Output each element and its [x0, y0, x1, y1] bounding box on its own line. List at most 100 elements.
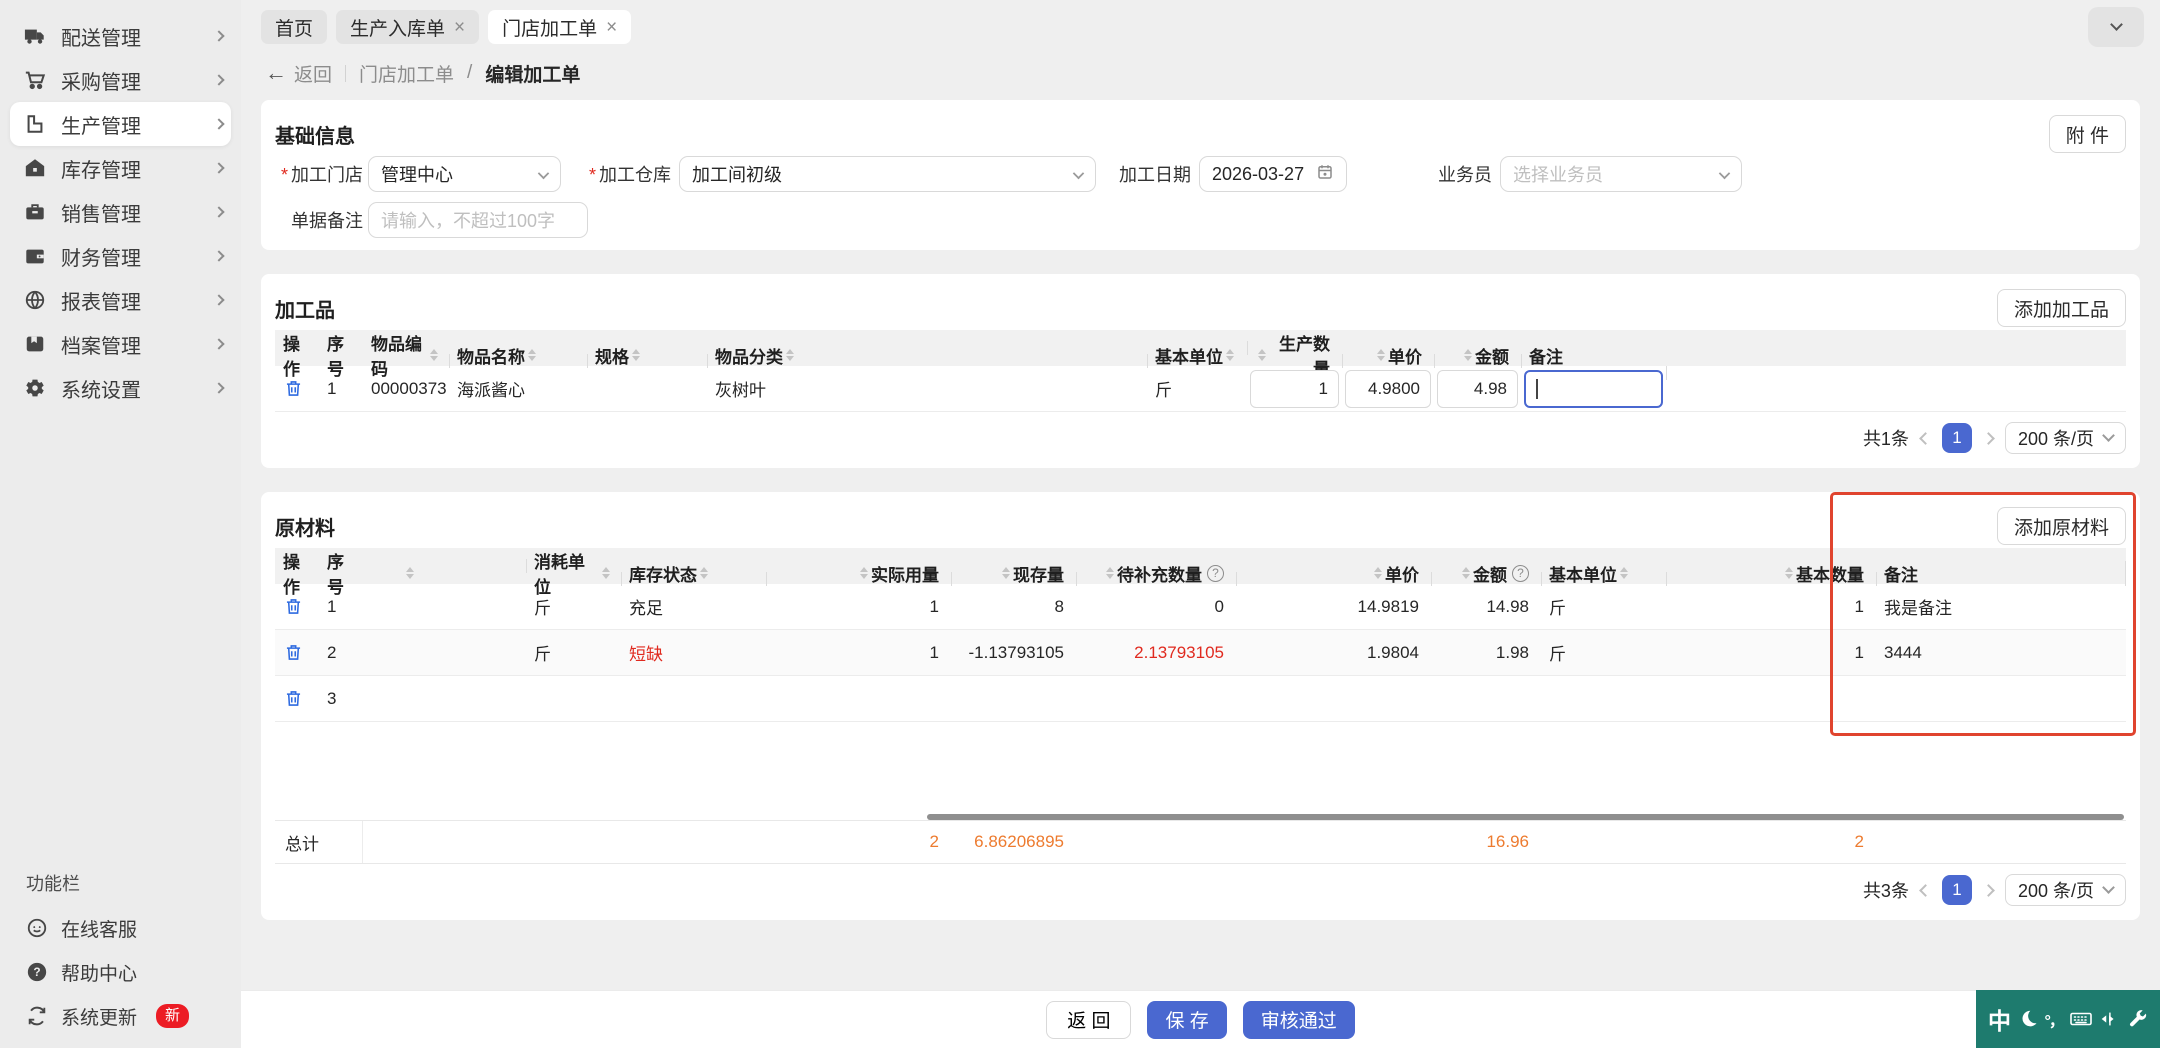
chevron-down-icon — [1072, 167, 1085, 179]
prev-page-icon[interactable] — [1919, 431, 1932, 445]
sort-icon[interactable] — [1464, 349, 1472, 361]
sort-icon[interactable] — [1226, 349, 1234, 361]
warehouse-select[interactable]: 加工间初级 — [679, 156, 1096, 192]
question-circle-icon: ? — [26, 961, 48, 983]
next-page-icon[interactable] — [1982, 431, 1995, 445]
tab-production-inbound[interactable]: 生产入库单 × — [336, 10, 480, 44]
chevron-right-icon — [213, 250, 225, 262]
moon-icon[interactable] — [2017, 1008, 2039, 1030]
salesman-select[interactable]: 选择业务员 — [1500, 156, 1742, 192]
current-page-button[interactable]: 1 — [1941, 875, 1972, 905]
delete-row-button[interactable] — [275, 688, 319, 709]
sidebar-item-archives[interactable]: 档案管理 — [0, 322, 241, 366]
back-link[interactable]: ← 返回 — [265, 60, 332, 87]
sort-icon[interactable] — [602, 567, 610, 579]
salesman-label: 业务员 — [1438, 165, 1492, 185]
sidebar-item-reports[interactable]: 报表管理 — [0, 278, 241, 322]
sidebar-item-purchasing[interactable]: 采购管理 — [0, 58, 241, 102]
delete-row-button[interactable] — [275, 378, 319, 399]
raw-materials-card: 原材料 添加原材料 操作 序号 消耗单位 库存状态 实际用量 现存量 待补充数量… — [261, 492, 2140, 920]
quantity-input[interactable]: 1 — [1250, 369, 1339, 408]
warehouse-label: 加工仓库 — [571, 161, 671, 187]
chevron-right-icon — [213, 74, 225, 86]
folder-icon — [24, 333, 46, 355]
unit-price-input[interactable]: 4.9800 — [1345, 369, 1431, 408]
approve-button[interactable]: 审核通过 — [1242, 1000, 1355, 1039]
table-header: 操作 序号 消耗单位 库存状态 实际用量 现存量 待补充数量? 单价 金额? 基… — [275, 548, 2126, 597]
current-page-button[interactable]: 1 — [1941, 423, 1972, 453]
totals-row: 总计 2 6.86206895 16.96 2 — [275, 820, 2126, 864]
page-title: 编辑加工单 — [485, 64, 581, 86]
scrollbar-thumb[interactable] — [927, 814, 2124, 820]
add-raw-material-button[interactable]: 添加原材料 — [1996, 507, 2126, 545]
close-icon[interactable]: × — [606, 18, 617, 37]
sort-icon[interactable] — [1377, 349, 1385, 361]
sidebar-item-label: 系统设置 — [61, 379, 141, 402]
page-size-select[interactable]: 200 条/页 — [2004, 874, 2126, 906]
chevron-down-icon — [2109, 18, 2123, 31]
tab-home[interactable]: 首页 — [261, 10, 328, 44]
sort-icon[interactable] — [632, 349, 640, 361]
totals-stock: 6.86206895 — [974, 832, 1064, 851]
sidebar-item-delivery[interactable]: 配送管理 — [0, 14, 241, 58]
save-button[interactable]: 保 存 — [1147, 1000, 1227, 1039]
close-icon[interactable]: × — [454, 18, 465, 37]
amount-input[interactable]: 4.98 — [1437, 369, 1518, 408]
add-processed-good-button[interactable]: 添加加工品 — [1996, 289, 2126, 327]
breadcrumb-parent[interactable]: 门店加工单 — [359, 60, 454, 87]
tab-store-processing[interactable]: 门店加工单 × — [488, 10, 632, 44]
breadcrumb-separator: / — [467, 62, 473, 83]
sidebar-item-sales[interactable]: 销售管理 — [0, 190, 241, 234]
sort-icon[interactable] — [1002, 567, 1010, 579]
sidebar-item-production[interactable]: 生产管理 — [10, 102, 231, 146]
store-select[interactable]: 管理中心 — [368, 156, 561, 192]
table-row: 2 斤 短缺 1 -1.13793105 2.13793105 1.9804 1… — [275, 630, 2126, 676]
main-area: 首页 生产入库单 × 门店加工单 × ← 返回 门店加工单 / 编辑加工单 基础… — [241, 0, 2160, 1048]
back-button[interactable]: 返 回 — [1046, 1000, 1132, 1039]
order-remark-input[interactable]: 请输入，不超过100字 — [368, 202, 588, 238]
new-badge: 新 — [156, 1004, 190, 1028]
processing-date-input[interactable]: 2026-03-27 — [1199, 156, 1347, 192]
gear-icon — [24, 377, 46, 399]
sidebar-item-help-center[interactable]: ? 帮助中心 — [0, 950, 241, 994]
horizontal-scrollbar — [275, 814, 2126, 820]
app-window: 配送管理 采购管理 生产管理 库存管理 销售管理 财务管理 报表管理 档案管理 … — [0, 0, 2160, 1048]
delete-row-button[interactable] — [275, 642, 319, 663]
sort-icon[interactable] — [1462, 567, 1470, 579]
sort-icon[interactable] — [1258, 349, 1266, 361]
sidebar-item-inventory[interactable]: 库存管理 — [0, 146, 241, 190]
sort-icon[interactable] — [528, 349, 536, 361]
remark-input-focused[interactable] — [1524, 369, 1663, 408]
wrench-icon[interactable] — [2126, 1008, 2148, 1030]
sort-icon[interactable] — [430, 349, 438, 361]
sort-icon[interactable] — [700, 567, 708, 579]
sidebar-item-label: 销售管理 — [61, 203, 141, 226]
keyboard-icon[interactable] — [2069, 1007, 2093, 1031]
sidebar-item-online-service[interactable]: 在线客服 — [0, 906, 241, 950]
next-page-icon[interactable] — [1982, 883, 1995, 897]
sidebar-item-settings[interactable]: 系统设置 — [0, 366, 241, 410]
delete-row-button[interactable] — [275, 596, 319, 617]
ime-language-toggle[interactable]: 中 — [1988, 1002, 2011, 1036]
collapse-tabs-button[interactable] — [2088, 7, 2144, 47]
fn-item-label: 在线客服 — [61, 919, 138, 941]
toggle-arrows-icon[interactable] — [2098, 1008, 2120, 1030]
sort-icon[interactable] — [860, 567, 868, 579]
sidebar-item-finance[interactable]: 财务管理 — [0, 234, 241, 278]
sort-icon[interactable] — [1620, 567, 1628, 579]
ime-punctuation-toggle[interactable]: °， — [2044, 1007, 2064, 1031]
prev-page-icon[interactable] — [1919, 883, 1932, 897]
customer-service-icon — [26, 917, 48, 939]
sort-icon[interactable] — [1106, 567, 1114, 579]
attachment-button[interactable]: 附 件 — [2048, 115, 2126, 153]
page-size-select[interactable]: 200 条/页 — [2004, 422, 2126, 454]
sort-icon[interactable] — [786, 349, 794, 361]
sort-icon[interactable] — [1374, 567, 1382, 579]
chevron-right-icon — [213, 338, 225, 350]
sidebar-item-system-update[interactable]: 系统更新 新 — [0, 994, 241, 1038]
table-row: 1 00000373 海派酱心 灰树叶 斤 1 4.9800 4.98 — [275, 366, 2126, 412]
sidebar-item-label: 库存管理 — [61, 159, 141, 182]
footer-action-bar: 返 回 保 存 审核通过 — [241, 990, 2160, 1048]
sort-icon[interactable] — [1785, 567, 1793, 579]
sort-icon[interactable] — [406, 567, 414, 579]
